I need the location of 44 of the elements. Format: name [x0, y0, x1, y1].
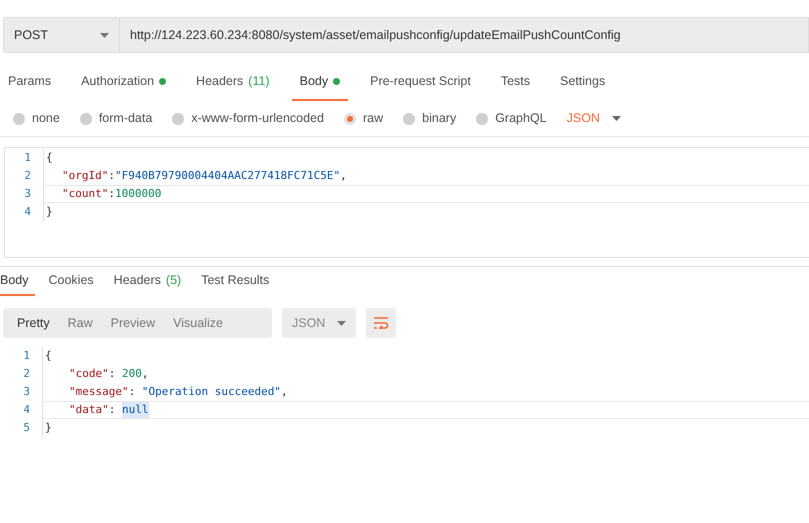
body-type-radio[interactable]: x-www-form-urlencoded	[172, 109, 324, 128]
view-mode-tab[interactable]: Visualize	[165, 308, 231, 338]
code-line: "code": 200,	[42, 365, 809, 383]
line-number: 4	[23, 204, 32, 220]
code-line: {	[42, 347, 809, 365]
code-line: }	[43, 203, 809, 221]
line-number: 3	[23, 186, 32, 202]
response-tab[interactable]: Test Results	[201, 267, 276, 296]
view-mode-tab[interactable]: Raw	[60, 308, 101, 338]
body-type-radio[interactable]: binary	[403, 109, 456, 128]
wrap-lines-button[interactable]	[366, 308, 396, 338]
response-tab[interactable]: Cookies	[48, 267, 100, 296]
response-tab[interactable]: Body	[0, 267, 34, 296]
request-tab[interactable]: Tests	[500, 63, 530, 101]
request-tab[interactable]: Settings	[560, 63, 606, 101]
request-tab[interactable]: Headers (11)	[196, 63, 270, 101]
caret-icon	[337, 320, 346, 326]
code-line: {	[43, 149, 809, 167]
line-number: 1	[23, 150, 32, 166]
view-mode-tab[interactable]: Preview	[102, 308, 164, 338]
line-number: 3	[22, 384, 31, 400]
body-type-radio[interactable]: form-data	[80, 109, 152, 128]
request-tab[interactable]: Pre-request Script	[370, 63, 471, 101]
request-tab[interactable]: Params	[8, 63, 52, 101]
line-number: 2	[23, 168, 32, 184]
view-mode-tab[interactable]: Pretty	[9, 308, 58, 338]
body-type-radio[interactable]: raw	[344, 109, 384, 128]
line-number: 4	[22, 402, 31, 418]
line-number: 2	[22, 366, 31, 382]
code-line: }	[42, 419, 809, 437]
code-line: "orgId":"F940B79790004404AAC277418FC71C5E",	[43, 167, 809, 185]
wrap-icon	[373, 317, 389, 329]
code-line: "count":1000000	[43, 185, 809, 203]
request-tab[interactable]: Authorization	[81, 63, 166, 101]
request-tab[interactable]: Body	[292, 63, 348, 101]
caret-icon	[612, 116, 621, 121]
body-type-radio[interactable]: GraphQL	[476, 109, 547, 128]
request-editor[interactable]: 1 { 2 "orgId":"F940B79790004404AAC277418FC71C5E", 3 "count":1000000 4 }	[4, 147, 809, 258]
code-line: "data": null	[42, 401, 809, 419]
line-number: 5	[22, 420, 31, 436]
body-type-radio[interactable]: none	[13, 109, 60, 128]
code-line: "message": "Operation succeeded",	[42, 383, 809, 401]
line-number: 1	[22, 348, 31, 364]
response-tab[interactable]: Headers (5)	[114, 267, 188, 296]
